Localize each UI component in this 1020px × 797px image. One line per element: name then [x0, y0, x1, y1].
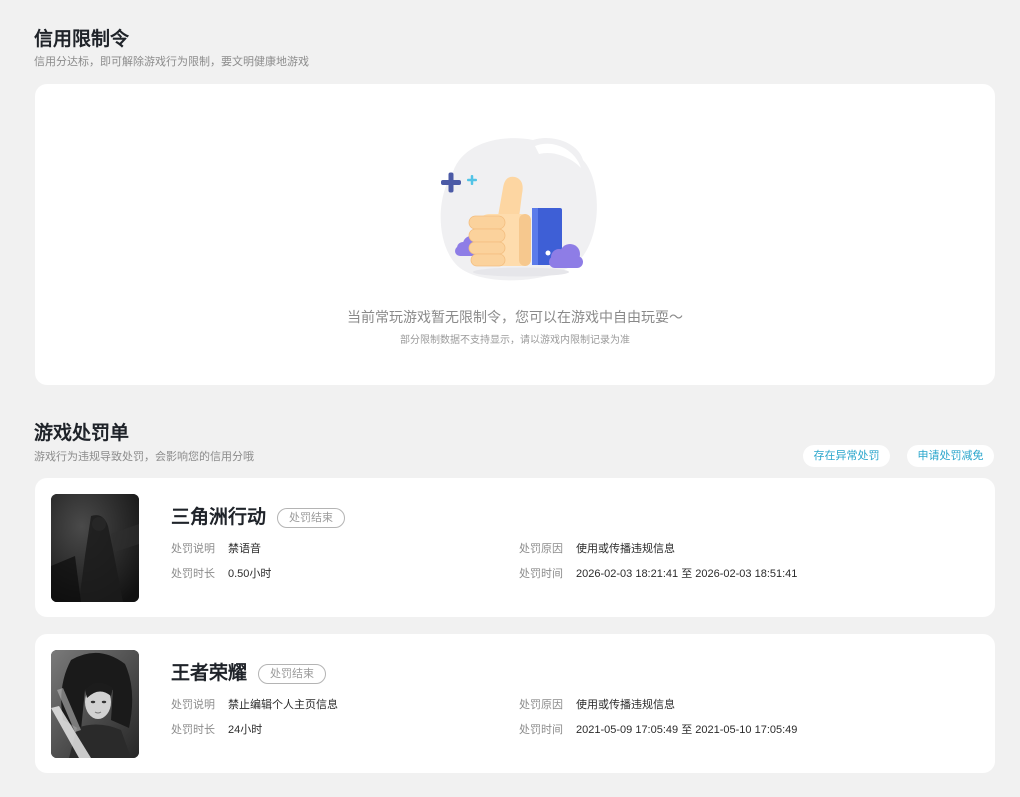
game-name: 王者荣耀	[171, 663, 248, 684]
thumbs-up-illustration	[433, 130, 603, 285]
status-badge: 处罚结束	[258, 664, 327, 684]
penalty-reason-label: 处罚原因	[519, 699, 563, 711]
penalty-card[interactable]: 王者荣耀 处罚结束 处罚说明 禁止编辑个人主页信息 处罚原因 使用或传播违规信息…	[35, 634, 995, 773]
penalty-time: 处罚时间 2026-02-03 18:21:41 至 2026-02-03 18…	[519, 567, 797, 581]
penalty-description-label: 处罚说明	[171, 543, 215, 555]
restriction-section-subtitle: 信用分达标，即可解除游戏行为限制，要文明健康地游戏	[34, 56, 309, 68]
game-cover-image	[51, 494, 139, 602]
penalty-section-title: 游戏处罚单	[34, 423, 130, 444]
empty-state-message: 当前常玩游戏暂无限制令，您可以在游戏中自由玩耍～	[347, 309, 683, 325]
penalty-description-label: 处罚说明	[171, 699, 215, 711]
penalty-card-header: 三角洲行动 处罚结束	[171, 506, 346, 530]
penalty-description: 处罚说明 禁语音	[171, 542, 261, 556]
penalty-description-value: 禁语音	[228, 543, 261, 555]
penalty-duration-value: 0.50小时	[228, 568, 272, 580]
penalty-reason: 处罚原因 使用或传播违规信息	[519, 542, 675, 556]
empty-state-note: 部分限制数据不支持显示，请以游戏内限制记录为准	[400, 335, 630, 346]
penalty-description: 处罚说明 禁止编辑个人主页信息	[171, 698, 338, 712]
status-badge: 处罚结束	[277, 508, 346, 528]
penalty-reason-label: 处罚原因	[519, 543, 563, 555]
penalty-duration: 处罚时长 24小时	[171, 723, 262, 737]
penalty-reason-value: 使用或传播违规信息	[576, 699, 675, 711]
restriction-empty-card: 当前常玩游戏暂无限制令，您可以在游戏中自由玩耍～ 部分限制数据不支持显示，请以游…	[35, 84, 995, 385]
penalty-time-value: 2026-02-03 18:21:41 至 2026-02-03 18:51:4…	[576, 568, 798, 580]
penalty-duration-label: 处罚时长	[171, 568, 215, 580]
penalty-reason-value: 使用或传播违规信息	[576, 543, 675, 555]
penalty-time: 处罚时间 2021-05-09 17:05:49 至 2021-05-10 17…	[519, 723, 797, 737]
penalty-reason: 处罚原因 使用或传播违规信息	[519, 698, 675, 712]
penalty-card[interactable]: 三角洲行动 处罚结束 处罚说明 禁语音 处罚原因 使用或传播违规信息 处罚时长 …	[35, 478, 995, 617]
penalty-time-label: 处罚时间	[519, 724, 563, 736]
penalty-card-header: 王者荣耀 处罚结束	[171, 662, 327, 686]
report-abnormal-penalty-button[interactable]: 存在异常处罚	[803, 445, 890, 467]
penalty-section-subtitle: 游戏行为违规导致处罚，会影响您的信用分哦	[34, 451, 254, 463]
penalty-duration: 处罚时长 0.50小时	[171, 567, 271, 581]
penalty-time-label: 处罚时间	[519, 568, 563, 580]
apply-penalty-reduction-button[interactable]: 申请处罚减免	[907, 445, 994, 467]
penalty-duration-value: 24小时	[228, 724, 263, 736]
penalty-duration-label: 处罚时长	[171, 724, 215, 736]
game-name: 三角洲行动	[171, 507, 267, 528]
game-cover-image	[51, 650, 139, 758]
penalty-time-value: 2021-05-09 17:05:49 至 2021-05-10 17:05:4…	[576, 724, 798, 736]
restriction-section-title: 信用限制令	[34, 29, 130, 50]
penalty-description-value: 禁止编辑个人主页信息	[228, 699, 338, 711]
